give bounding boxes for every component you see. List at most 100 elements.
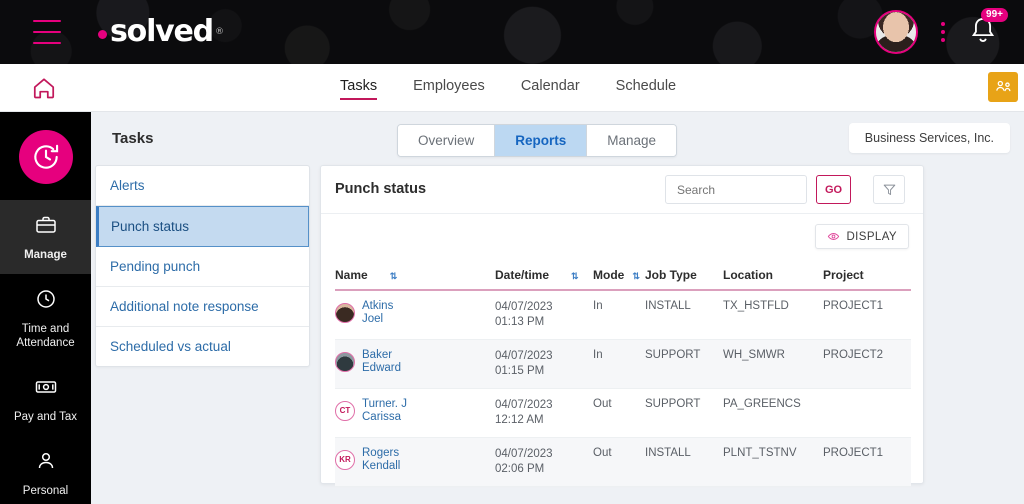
rail-brand-logo[interactable] (18, 130, 73, 184)
briefcase-icon (35, 216, 56, 233)
cell-location: TX_HSTFLD (723, 290, 823, 340)
sidebar-item-pay-and-tax[interactable]: Pay and Tax (0, 362, 91, 436)
report-list: Alerts Punch status Pending punch Additi… (95, 165, 310, 367)
cell-datetime: 04/07/2023 01:15 PM (495, 339, 593, 389)
home-icon[interactable] (30, 75, 58, 106)
filter-funnel-icon (883, 184, 895, 195)
page-title: Tasks (112, 130, 154, 147)
person-icon (38, 452, 53, 469)
punch-status-card: Punch status × GO (320, 165, 924, 487)
cell-project (823, 388, 911, 438)
display-button-label: DISPLAY (846, 230, 897, 243)
report-item-punch-status[interactable]: Punch status (96, 206, 309, 247)
column-label-datetime: Date/time (495, 268, 550, 282)
time-clock-icon (33, 144, 58, 169)
tab-calendar[interactable]: Calendar (521, 78, 580, 98)
cell-mode: Out (593, 388, 645, 438)
table-body: Atkins Joel 04/07/2023 01:13 PM In INSTA… (335, 290, 911, 487)
search-box[interactable]: × (665, 175, 842, 204)
card-title: Punch status (335, 181, 427, 197)
notifications-bell[interactable]: 99+ (966, 8, 1008, 52)
sidebar-item-personal[interactable]: Personal (0, 436, 91, 504)
clock-icon (36, 290, 55, 308)
avatar-photo (876, 12, 916, 52)
employee-last-name: Rogers (362, 447, 400, 459)
display-button[interactable]: DISPLAY (815, 224, 909, 249)
row-avatar (335, 302, 355, 323)
search-go-button[interactable]: GO (816, 175, 851, 204)
cell-job-type: INSTALL (645, 290, 723, 340)
cell-name: Atkins Joel (335, 290, 495, 340)
segment-overview[interactable]: Overview (398, 125, 496, 156)
sort-icon-datetime[interactable]: ⇅ (571, 271, 578, 281)
cell-project: PROJECT2 (823, 339, 911, 389)
search-input[interactable] (672, 182, 832, 197)
report-item-pending-punch[interactable]: Pending punch (96, 247, 309, 287)
cell-job-type: SUPPORT (645, 388, 723, 438)
more-options-icon[interactable] (934, 20, 952, 44)
column-header-project: Project (823, 268, 911, 291)
sidebar-item-time-and-attendance[interactable]: Time and Attendance (0, 274, 91, 362)
table-header: Name ⇅ Date/time ⇅ Mode ⇅ Job Type Location… (335, 268, 911, 291)
column-header-mode[interactable]: Mode ⇅ (593, 268, 645, 291)
sidebar-label-pay-and-tax: Pay and Tax (13, 411, 78, 423)
column-header-location: Location (723, 268, 823, 291)
row-avatar (335, 351, 355, 372)
isolved-logo: solved ® (98, 14, 224, 49)
cell-location: WH_SMWR (723, 339, 823, 389)
cell-datetime: 04/07/2023 02:06 PM (495, 437, 593, 487)
segment-reports[interactable]: Reports (495, 125, 588, 156)
card-header: Punch status × GO (321, 166, 923, 214)
sidebar-item-manage[interactable]: Manage (0, 200, 91, 274)
table-row[interactable]: CT Turner. J Carissa 04/07/2023 12:12 AM (335, 388, 911, 438)
report-item-additional-note-response[interactable]: Additional note response (96, 287, 309, 327)
cell-name: KR Rogers Kendall (335, 437, 495, 487)
people-group-button[interactable] (988, 72, 1018, 102)
sort-icon-name[interactable]: ⇅ (390, 271, 397, 281)
tab-schedule[interactable]: Schedule (616, 78, 676, 98)
cell-location: PLNT_TSTNV (723, 437, 823, 487)
employee-last-name: Turner. J (362, 398, 407, 410)
sidebar-label-manage: Manage (24, 249, 67, 261)
report-item-scheduled-vs-actual[interactable]: Scheduled vs actual (96, 327, 309, 366)
cell-project: PROJECT1 (823, 290, 911, 340)
money-icon (35, 381, 56, 393)
segment-manage[interactable]: Manage (587, 125, 677, 156)
employee-first-name: Edward (362, 361, 401, 374)
tab-employees[interactable]: Employees (413, 78, 485, 98)
column-header-name[interactable]: Name ⇅ (335, 268, 495, 291)
employee-first-name: Joel (362, 312, 384, 325)
punch-date: 04/07/2023 (495, 301, 553, 313)
user-avatar[interactable] (874, 10, 918, 54)
people-group-icon (995, 80, 1010, 91)
employee-name[interactable]: Turner. J Carissa (362, 398, 407, 423)
cell-datetime: 04/07/2023 01:13 PM (495, 290, 593, 340)
employee-name[interactable]: Baker Edward (362, 349, 401, 374)
filter-button[interactable] (873, 175, 905, 204)
table-row[interactable]: Atkins Joel 04/07/2023 01:13 PM In INSTA… (335, 290, 911, 340)
company-selector[interactable]: Business Services, Inc. (848, 123, 1010, 153)
left-rail: Manage Time and Attendance Pay and Tax P… (0, 112, 91, 504)
punch-date: 04/07/2023 (495, 448, 553, 460)
report-item-alerts[interactable]: Alerts (96, 166, 309, 206)
sidebar-label-time-and-attendance: Time and Attendance (16, 323, 75, 349)
punch-time: 02:06 PM (495, 463, 545, 475)
primary-tabs: Tasks Employees Calendar Schedule (340, 64, 676, 112)
cell-name: CT Turner. J Carissa (335, 388, 495, 438)
view-mode-segmented-control: Overview Reports Manage (397, 124, 678, 157)
table-row[interactable]: KR Rogers Kendall 04/07/2023 02:06 PM Ou… (335, 437, 911, 487)
eye-icon (828, 233, 840, 240)
table-row[interactable]: Baker Edward 04/07/2023 01:15 PM In SUPP… (335, 339, 911, 389)
cell-location: PA_GREENCS (723, 388, 823, 438)
column-header-datetime[interactable]: Date/time ⇅ (495, 268, 593, 291)
tab-tasks[interactable]: Tasks (340, 78, 378, 100)
row-avatar: CT (335, 400, 355, 421)
column-label-mode: Mode (593, 268, 625, 282)
punch-date: 04/07/2023 (495, 350, 553, 362)
cell-mode: In (593, 290, 645, 340)
employee-name[interactable]: Rogers Kendall (362, 447, 400, 472)
hamburger-menu-icon[interactable] (33, 20, 61, 44)
sort-icon-mode[interactable]: ⇅ (632, 271, 639, 281)
punch-time: 12:12 AM (495, 414, 544, 426)
employee-name[interactable]: Atkins Joel (362, 300, 393, 325)
